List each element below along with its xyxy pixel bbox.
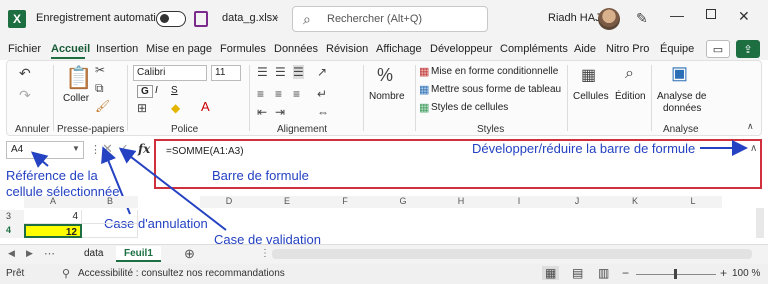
page-break-icon[interactable]: ▥ bbox=[598, 266, 609, 280]
column-header-j[interactable]: J bbox=[548, 196, 606, 208]
accessibility-icon: ⚲ bbox=[62, 268, 71, 280]
vertical-scrollbar[interactable] bbox=[756, 208, 764, 238]
cell-b3[interactable] bbox=[82, 210, 138, 224]
scroll-left-icon[interactable]: ◀ bbox=[8, 248, 15, 259]
column-header-d[interactable]: D bbox=[200, 196, 258, 208]
column-header-b[interactable]: B bbox=[82, 196, 138, 208]
column-header-g[interactable]: G bbox=[374, 196, 432, 208]
column-header-h[interactable]: H bbox=[432, 196, 490, 208]
status-accessibility[interactable]: Accessibilité : consultez nos recommanda… bbox=[78, 268, 285, 279]
column-header-k[interactable]: K bbox=[606, 196, 664, 208]
more-sheets-icon[interactable]: ⋯ bbox=[44, 247, 55, 260]
zoom-out-icon[interactable]: − bbox=[622, 266, 629, 280]
row-header-4[interactable]: 4 bbox=[0, 224, 24, 238]
page-layout-icon[interactable]: ▤ bbox=[572, 266, 583, 280]
column-header-i[interactable]: I bbox=[490, 196, 548, 208]
add-sheet-icon[interactable]: ⊕ bbox=[184, 246, 195, 262]
horizontal-scrollbar[interactable] bbox=[272, 249, 752, 259]
sheet-tab-feuil1[interactable]: Feuil1 bbox=[116, 246, 161, 262]
normal-view-icon[interactable]: ▦ bbox=[542, 266, 560, 280]
scroll-right-icon[interactable]: ▶ bbox=[26, 248, 33, 259]
sheet-tab-data[interactable]: data bbox=[76, 246, 111, 262]
row-header-3[interactable]: 3 bbox=[0, 210, 24, 224]
tab-splitter-icon[interactable]: ⋮ bbox=[260, 248, 270, 259]
cell-b4[interactable] bbox=[82, 224, 138, 238]
column-header-f[interactable]: F bbox=[316, 196, 374, 208]
column-header-e[interactable]: E bbox=[258, 196, 316, 208]
annotation-arrows bbox=[30, 140, 748, 231]
status-ready: Prêt bbox=[6, 268, 25, 279]
zoom-level[interactable]: 100 % bbox=[732, 268, 760, 279]
column-header-a[interactable]: A bbox=[24, 196, 82, 208]
cell-a3[interactable]: 4 bbox=[24, 210, 82, 224]
zoom-slider-handle[interactable] bbox=[674, 269, 677, 279]
cell-a4-selected[interactable]: 12 bbox=[24, 224, 82, 238]
column-header-l[interactable]: L bbox=[664, 196, 722, 208]
arrow-namebox bbox=[30, 151, 49, 168]
zoom-in-icon[interactable]: + bbox=[720, 266, 727, 280]
